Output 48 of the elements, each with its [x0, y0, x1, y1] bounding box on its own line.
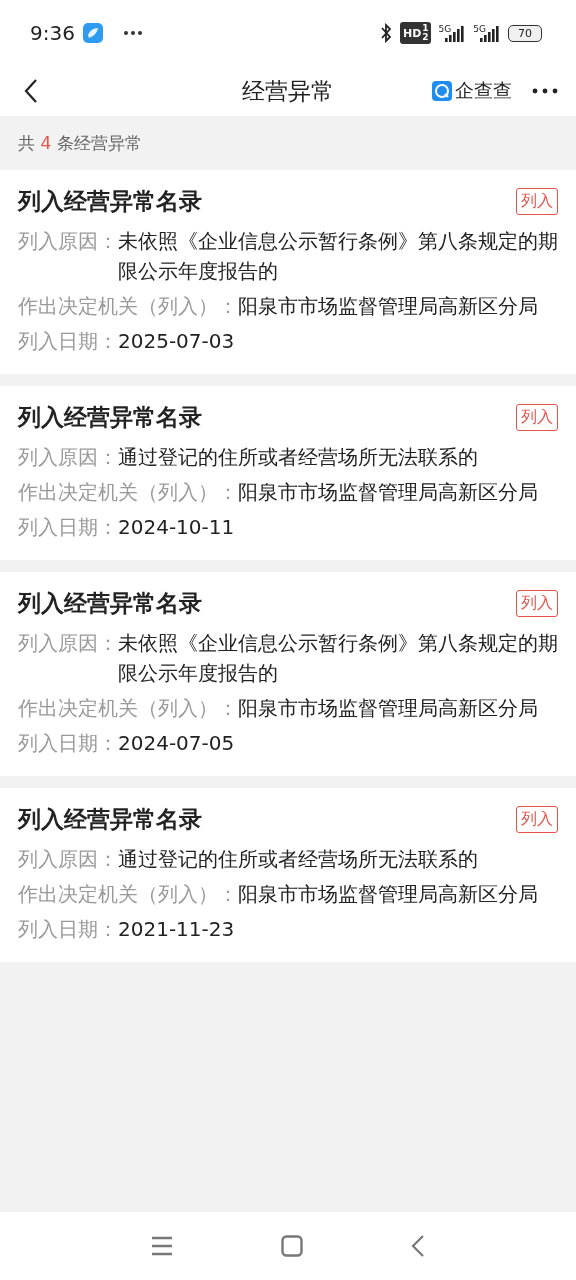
field-label: 作出决定机关（列入）： — [18, 293, 238, 320]
field-label: 列入原因： — [18, 846, 118, 873]
logo-icon — [432, 81, 452, 101]
field-value: 阳泉市市场监督管理局高新区分局 — [238, 881, 538, 908]
more-icon — [122, 30, 143, 36]
brand-logo[interactable]: 企查查 — [432, 78, 512, 104]
field-label: 作出决定机关（列入）： — [18, 881, 238, 908]
record-title: 列入经营异常名录 — [18, 589, 202, 618]
field-value: 阳泉市市场监督管理局高新区分局 — [238, 479, 538, 506]
record-title: 列入经营异常名录 — [18, 805, 202, 834]
field-label: 列入日期： — [18, 916, 118, 943]
field-label: 列入原因： — [18, 228, 118, 255]
field-value: 2024-07-05 — [118, 730, 235, 757]
field-value: 未依照《企业信息公示暂行条例》第八条规定的期限公示年度报告的 — [118, 630, 558, 687]
network-label: 5G — [438, 24, 452, 34]
field-value: 通过登记的住所或者经营场所无法联系的 — [118, 846, 478, 873]
field-label: 列入日期： — [18, 514, 118, 541]
field-label: 作出决定机关（列入）： — [18, 479, 238, 506]
field-value: 通过登记的住所或者经营场所无法联系的 — [118, 444, 478, 471]
status-tag: 列入 — [516, 404, 558, 431]
record-title: 列入经营异常名录 — [18, 187, 202, 216]
app-icon — [82, 23, 103, 43]
field-value: 阳泉市市场监督管理局高新区分局 — [238, 293, 538, 320]
field-label: 作出决定机关（列入）： — [18, 695, 238, 722]
field-value: 2024-10-11 — [118, 514, 235, 541]
back-icon — [411, 1235, 425, 1257]
status-tag: 列入 — [516, 188, 558, 215]
record-count-text: 共 4 条经营异常 — [18, 131, 142, 155]
clock-time: 9:36 — [30, 21, 75, 45]
bluetooth-icon — [380, 23, 392, 43]
page-title: 经营异常 — [242, 76, 334, 106]
back-icon — [24, 78, 38, 104]
field-label: 列入日期： — [18, 328, 118, 355]
field-value: 2025-07-03 — [118, 328, 235, 355]
record-title: 列入经营异常名录 — [18, 403, 202, 432]
network-label: 5G — [473, 24, 486, 34]
field-value: 阳泉市市场监督管理局高新区分局 — [238, 695, 538, 722]
status-tag: 列入 — [516, 590, 558, 617]
more-icon — [532, 88, 558, 94]
field-label: 列入日期： — [18, 730, 118, 757]
battery-icon: 70 — [508, 24, 542, 42]
home-icon — [281, 1235, 303, 1257]
status-tag: 列入 — [516, 806, 558, 833]
field-value: 未依照《企业信息公示暂行条例》第八条规定的期限公示年度报告的 — [118, 228, 558, 285]
menu-icon — [151, 1236, 173, 1256]
field-label: 列入原因： — [18, 444, 118, 471]
field-label: 列入原因： — [18, 630, 118, 657]
field-value: 2021-11-23 — [118, 916, 235, 943]
